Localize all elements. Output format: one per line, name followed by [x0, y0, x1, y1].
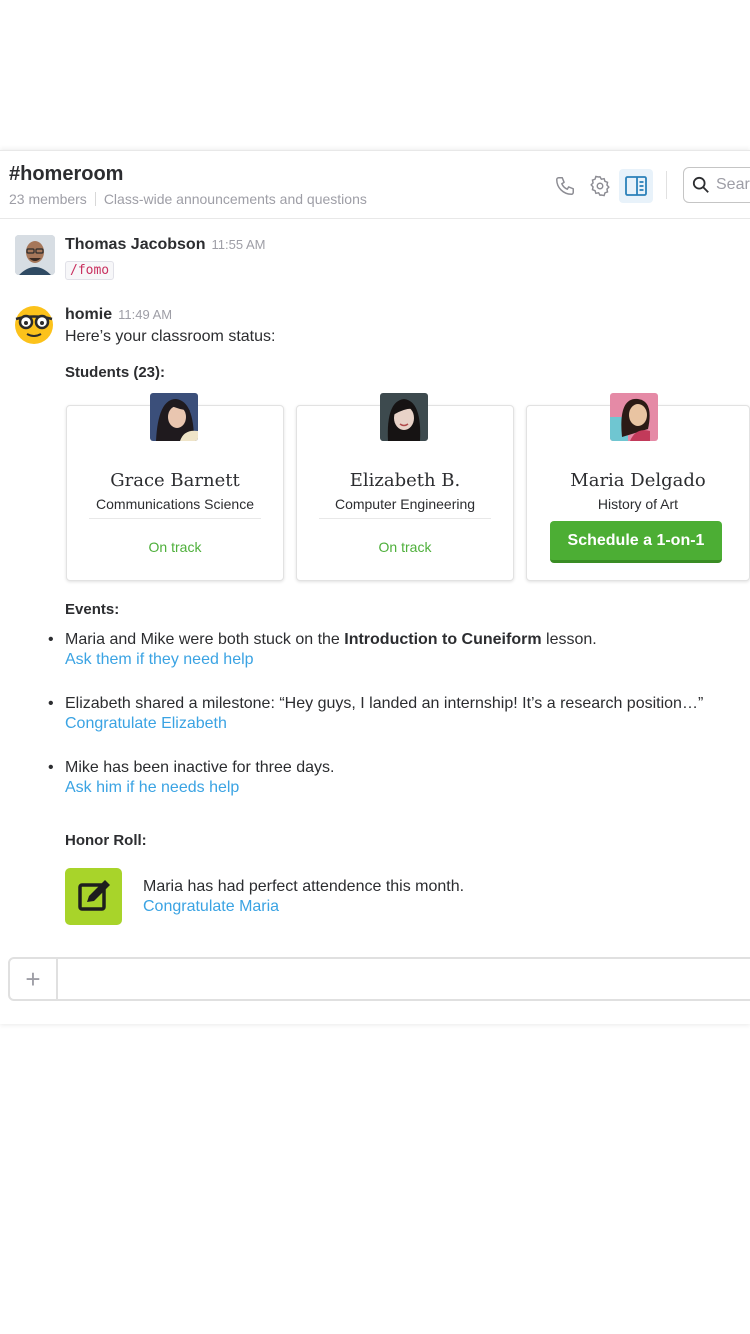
card-divider	[89, 518, 261, 519]
bullet-dot: •	[48, 695, 54, 712]
event-text-end: lesson.	[541, 631, 597, 648]
thomas-avatar[interactable]	[15, 235, 55, 275]
student-major: Computer Engineering	[334, 496, 476, 512]
sender-name[interactable]: Thomas Jacobson	[65, 236, 205, 253]
message-time[interactable]: 11:55 AM	[211, 237, 265, 252]
schedule-1on1-button[interactable]: Schedule a 1-on-1	[550, 521, 722, 563]
student-name: Grace Barnett	[110, 470, 240, 491]
honor-roll-badge	[65, 868, 122, 925]
edit-square-icon	[78, 880, 110, 911]
homie-avatar[interactable]	[14, 305, 54, 345]
plus-icon: +	[25, 964, 41, 994]
person-photo-icon	[150, 393, 198, 441]
bullet-dot: •	[48, 759, 54, 776]
student-status: On track	[378, 539, 432, 555]
message-composer[interactable]: +	[8, 957, 750, 1001]
attach-button[interactable]: +	[10, 959, 58, 999]
sidebar-toggle-icon	[625, 176, 647, 196]
search-placeholder: Sear	[716, 176, 750, 193]
ask-him-link[interactable]: Ask him if he needs help	[65, 779, 239, 797]
message-sender: Thomas Jacobson 11:55 AM	[65, 236, 265, 254]
event-item: Maria and Mike were both stuck on the In…	[65, 631, 597, 649]
channel-panel: #homeroom 23 members Class-wide announcem…	[0, 150, 750, 1024]
student-photo[interactable]	[610, 393, 658, 441]
channel-topic[interactable]: Class-wide announcements and questions	[104, 191, 367, 207]
lesson-name: Introduction to Cuneiform	[344, 631, 542, 648]
search-box[interactable]: Sear	[683, 167, 750, 203]
message-intro: Here’s your classroom status:	[65, 328, 276, 345]
students-heading: Students (23):	[65, 364, 166, 381]
student-major: History of Art	[597, 496, 679, 512]
channel-title[interactable]: #homeroom	[9, 163, 123, 186]
person-photo-icon	[15, 235, 55, 275]
student-name: Maria Delgado	[570, 470, 706, 491]
nerd-face-icon	[15, 306, 53, 344]
student-major: Communications Science	[96, 496, 254, 512]
settings-button[interactable]	[583, 169, 617, 203]
search-icon	[692, 176, 709, 193]
honor-roll-heading: Honor Roll:	[65, 832, 147, 849]
honor-roll-text: Maria has had perfect attendence this mo…	[143, 878, 465, 895]
event-text: Elizabeth shared a milestone: “Hey guys,…	[65, 695, 704, 712]
event-text: Mike has been inactive for three days.	[65, 759, 335, 776]
sender-name[interactable]: homie	[65, 306, 112, 323]
message-sender: homie 11:49 AM	[65, 306, 172, 324]
meta-divider	[94, 192, 96, 206]
phone-icon	[556, 177, 574, 195]
ask-them-link[interactable]: Ask them if they need help	[65, 651, 254, 669]
bullet-dot: •	[48, 631, 54, 648]
student-status: On track	[148, 539, 202, 555]
congratulate-elizabeth-link[interactable]: Congratulate Elizabeth	[65, 715, 227, 733]
congratulate-maria-link[interactable]: Congratulate Maria	[143, 898, 279, 916]
header-divider	[666, 171, 667, 199]
card-divider	[319, 518, 491, 519]
student-photo[interactable]	[380, 393, 428, 441]
student-photo[interactable]	[150, 393, 198, 441]
channel-header: #homeroom 23 members Class-wide announcem…	[0, 151, 750, 219]
member-count[interactable]: 23 members	[9, 191, 87, 207]
message-time[interactable]: 11:49 AM	[118, 307, 172, 322]
student-name: Elizabeth B.	[349, 470, 461, 491]
call-button[interactable]	[548, 169, 582, 203]
events-heading: Events:	[65, 601, 120, 618]
person-photo-icon	[380, 393, 428, 441]
person-photo-icon	[610, 393, 658, 441]
details-pane-toggle[interactable]	[619, 169, 653, 203]
channel-meta: 23 members Class-wide announcements and q…	[9, 191, 367, 207]
gear-icon	[590, 175, 610, 197]
slash-command: /fomo	[65, 261, 115, 280]
event-text: Maria and Mike were both stuck on the	[65, 631, 345, 648]
